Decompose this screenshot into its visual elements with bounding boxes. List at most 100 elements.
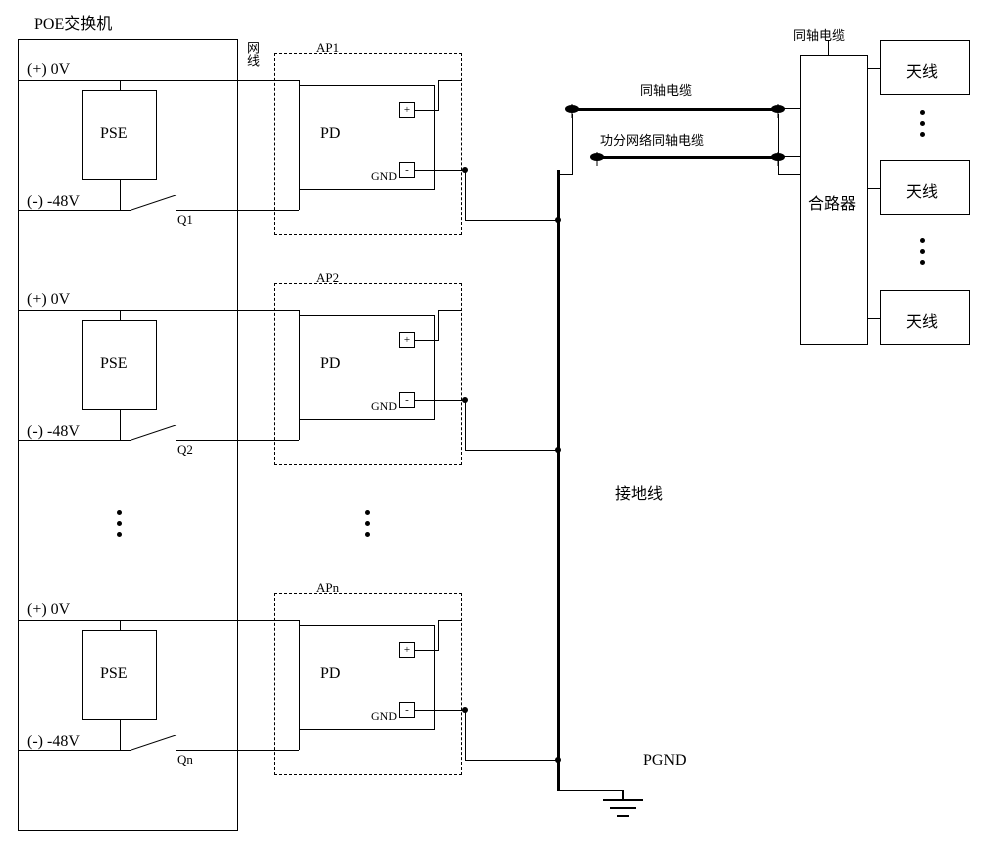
- antenna-label-1: 天线: [906, 58, 938, 82]
- ellipsis-antenna-1: [920, 110, 925, 137]
- ground-symbol-icon: [598, 790, 648, 825]
- switch-q1: [131, 195, 179, 211]
- wire: [299, 80, 300, 85]
- vminus-n: (-) -48V: [27, 733, 80, 751]
- gnd-label-n: GND: [371, 709, 397, 724]
- vplus-2: (+) 0V: [27, 291, 70, 309]
- wire: [120, 720, 121, 750]
- wire: [120, 620, 121, 630]
- wire: [18, 210, 131, 211]
- q2-label: Q2: [177, 442, 193, 458]
- pse-label-2: PSE: [100, 355, 128, 373]
- pd-label-1: PD: [320, 125, 340, 143]
- wire: [780, 108, 800, 109]
- wire: [438, 80, 462, 81]
- vplus-n: (+) 0V: [27, 601, 70, 619]
- wire: [120, 180, 121, 210]
- wire: [18, 310, 299, 311]
- ground-bus: [557, 170, 560, 790]
- pd-label-n: PD: [320, 665, 340, 683]
- wire: [465, 760, 558, 761]
- wire: [415, 170, 465, 171]
- wire: [868, 318, 880, 319]
- net-line-label: 网线: [243, 41, 262, 67]
- plus-box-1: +: [399, 102, 415, 118]
- wire: [415, 650, 439, 651]
- wire: [299, 620, 300, 625]
- switch-q2: [131, 425, 179, 441]
- ellipsis-antenna-2: [920, 238, 925, 265]
- wire: [299, 730, 300, 750]
- wire: [557, 174, 573, 175]
- wire: [176, 440, 299, 441]
- wire: [438, 620, 462, 621]
- wire: [557, 790, 623, 791]
- minus-symbol-1: -: [405, 165, 409, 176]
- coax-end-icon: [770, 148, 786, 166]
- wire: [18, 80, 299, 81]
- wire: [415, 110, 439, 111]
- plus-symbol-n: +: [404, 645, 410, 656]
- ellipsis-pse: [117, 510, 122, 537]
- wire: [465, 220, 558, 221]
- coax-label-1: 同轴电缆: [640, 80, 692, 99]
- wire: [828, 40, 829, 55]
- wire: [780, 156, 800, 157]
- coax-end-icon: [589, 148, 605, 166]
- wire: [868, 68, 880, 69]
- wire: [465, 450, 558, 451]
- wire: [438, 80, 439, 110]
- gnd-label-1: GND: [371, 169, 397, 184]
- coax-split-label: 功分网络同轴电缆: [600, 130, 704, 149]
- wire: [415, 400, 465, 401]
- wire: [120, 310, 121, 320]
- node: [555, 447, 561, 453]
- coax-label-top-right: 同轴电缆: [793, 25, 845, 44]
- wire: [465, 400, 466, 450]
- switch-qn: [131, 735, 179, 751]
- wire: [572, 114, 573, 174]
- gnd-label-2: GND: [371, 399, 397, 414]
- ground-line-label: 接地线: [615, 480, 663, 504]
- ap1-title: AP1: [316, 40, 339, 56]
- wire: [120, 410, 121, 440]
- wire: [868, 188, 880, 189]
- wire: [465, 710, 466, 760]
- wire: [176, 210, 299, 211]
- pse-label-n: PSE: [100, 665, 128, 683]
- minus-symbol-2: -: [405, 395, 409, 406]
- wire: [18, 440, 131, 441]
- ellipsis-ap: [365, 510, 370, 537]
- antenna-label-2: 天线: [906, 178, 938, 202]
- vplus-1: (+) 0V: [27, 61, 70, 79]
- vminus-2: (-) -48V: [27, 423, 80, 441]
- coax-2: [595, 156, 780, 159]
- wire: [415, 340, 439, 341]
- wire: [299, 420, 300, 440]
- coax-1: [570, 108, 780, 111]
- pse-label-1: PSE: [100, 125, 128, 143]
- wire: [778, 174, 800, 175]
- vminus-1: (-) -48V: [27, 193, 80, 211]
- title: POE交换机: [34, 10, 112, 34]
- wire: [415, 710, 465, 711]
- wire: [299, 190, 300, 210]
- wire: [438, 310, 462, 311]
- wire: [438, 310, 439, 340]
- plus-symbol-1: +: [404, 105, 410, 116]
- wire: [299, 310, 300, 315]
- minus-symbol-n: -: [405, 705, 409, 716]
- q1-label: Q1: [177, 212, 193, 228]
- wire: [465, 170, 466, 220]
- ap2-title: AP2: [316, 270, 339, 286]
- wire: [18, 620, 299, 621]
- wire: [18, 750, 131, 751]
- wire: [120, 80, 121, 90]
- apn-title: APn: [316, 580, 339, 596]
- minus-box-n: -: [399, 702, 415, 718]
- node: [555, 757, 561, 763]
- node: [555, 217, 561, 223]
- plus-box-n: +: [399, 642, 415, 658]
- wire: [438, 620, 439, 650]
- combiner-label: 合路器: [808, 190, 856, 214]
